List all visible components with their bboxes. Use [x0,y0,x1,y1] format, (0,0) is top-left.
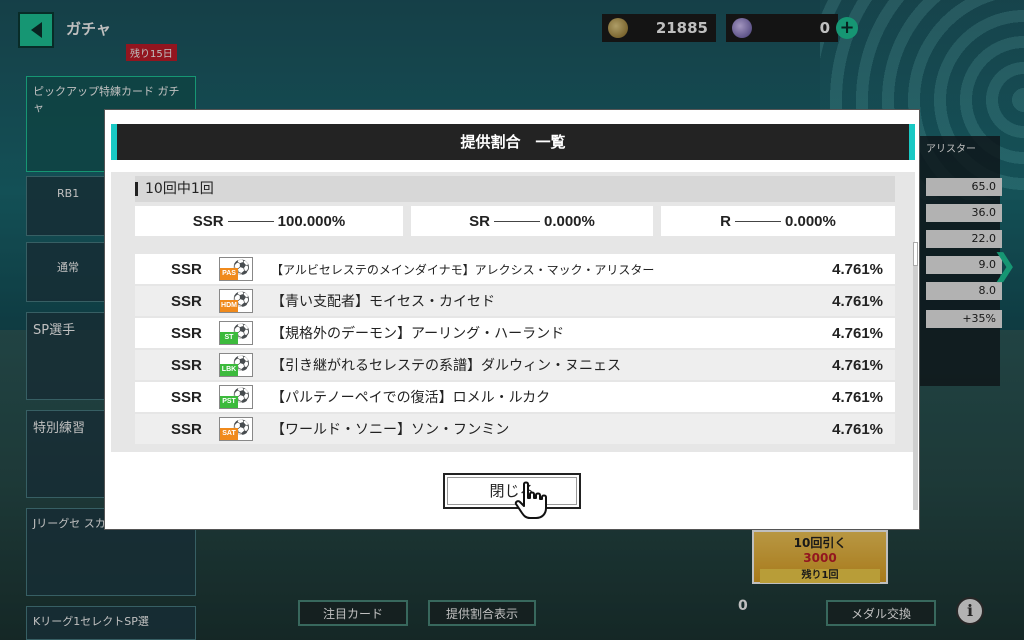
rate-row: SSR ⚽ HDM 【青い支配者】モイセス・カイセド 4.761% [135,286,895,316]
position-icon: ⚽ SAT [219,417,253,441]
player-name: 【引き継がれるセレステの系譜】ダルウィン・ヌニェス [271,358,621,374]
rate-list-modal: 提供割合 一覧 10回中1回 SSR 100.000% SR 0.000% R … [104,109,920,530]
row-rate: 4.761% [832,324,883,342]
summary-rarity: SR [469,212,490,230]
summary-ssr: SSR 100.000% [135,206,403,236]
summary-r: R 0.000% [661,206,895,236]
summary-rarity: R [720,212,731,230]
rate-list[interactable]: SSR ⚽ PAS 【アルビセレステのメインダイナモ】アレクシス・マック・アリス… [135,254,895,454]
position-tag: ST [220,332,238,344]
rate-row: SSR ⚽ PST 【パルテノーペイでの復活】ロメル・ルカク 4.761% [135,382,895,412]
position-icon: ⚽ HDM [219,289,253,313]
row-rate: 4.761% [832,292,883,310]
position-tag: HDM [220,300,238,312]
row-rarity: SSR [171,388,202,406]
position-tag: PST [220,396,238,408]
position-tag: PAS [220,268,238,280]
row-rate: 4.761% [832,260,883,278]
summary-sr: SR 0.000% [411,206,653,236]
player-name: 【ワールド・ソニー】ソン・フンミン [271,422,510,438]
player-name: 【青い支配者】モイセス・カイセド [271,294,495,310]
summary-rate: 100.000% [277,212,346,230]
rate-row: SSR ⚽ ST 【規格外のデーモン】アーリング・ハーランド 4.761% [135,318,895,348]
summary-rate: 0.000% [543,212,595,230]
modal-title: 提供割合 一覧 [111,124,915,160]
position-tag: SAT [220,428,238,440]
summary-rate: 0.000% [784,212,836,230]
row-rarity: SSR [171,260,202,278]
pointer-hand-icon [514,481,547,519]
rate-row: SSR ⚽ PAS 【アルビセレステのメインダイナモ】アレクシス・マック・アリス… [135,254,895,284]
rate-row: SSR ⚽ LBK 【引き継がれるセレステの系譜】ダルウィン・ヌニェス 4.76… [135,350,895,380]
position-icon: ⚽ ST [219,321,253,345]
position-icon: ⚽ LBK [219,353,253,377]
position-icon: ⚽ PAS [219,257,253,281]
section-label: 10回中1回 [135,176,895,202]
row-rate: 4.761% [832,388,883,406]
scrollbar-thumb[interactable] [913,242,918,266]
row-rate: 4.761% [832,356,883,374]
modal-body: 10回中1回 SSR 100.000% SR 0.000% R 0.000% S… [111,172,918,510]
row-rarity: SSR [171,292,202,310]
summary-rarity: SSR [192,212,224,230]
player-name: 【アルビセレステのメインダイナモ】アレクシス・マック・アリスター [271,262,655,277]
position-tag: LBK [220,364,238,376]
scrollbar-track[interactable] [913,242,918,510]
row-rate: 4.761% [832,420,883,438]
rate-row: SSR ⚽ SAT 【ワールド・ソニー】ソン・フンミン 4.761% [135,414,895,444]
row-rarity: SSR [171,356,202,374]
row-rarity: SSR [171,324,202,342]
row-rarity: SSR [171,420,202,438]
player-name: 【パルテノーペイでの復活】ロメル・ルカク [271,390,551,406]
position-icon: ⚽ PST [219,385,253,409]
player-name: 【規格外のデーモン】アーリング・ハーランド [271,326,565,342]
